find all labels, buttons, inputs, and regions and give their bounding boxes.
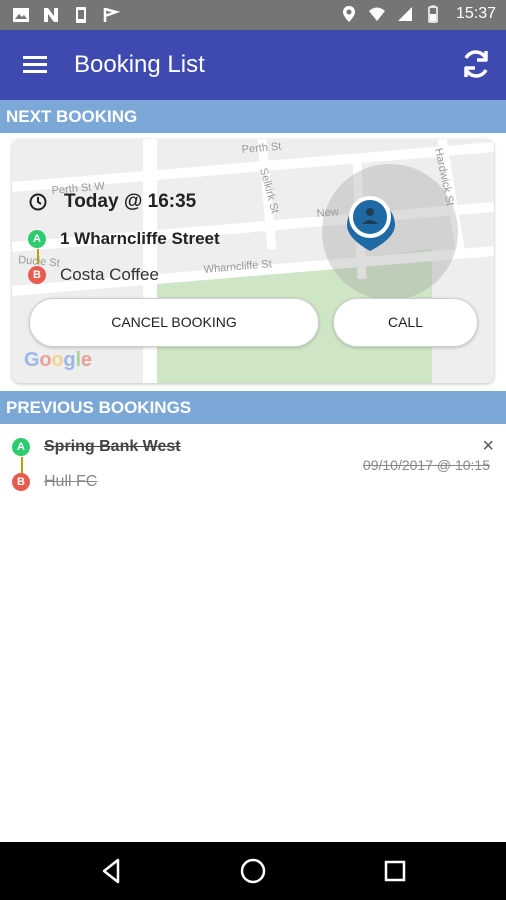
pickup-address: 1 Wharncliffe Street	[60, 229, 220, 248]
home-icon[interactable]	[237, 855, 269, 887]
next-booking-header: NEXT BOOKING	[0, 100, 506, 133]
previous-bookings-header: PREVIOUS BOOKINGS	[0, 391, 506, 424]
previous-pickup-badge: A	[12, 438, 30, 456]
navigation-bar	[0, 842, 506, 900]
status-time: 15:37	[455, 5, 496, 22]
flag-icon	[103, 7, 120, 22]
dropoff-address: Costa Coffee	[60, 265, 159, 284]
route-line	[37, 249, 39, 264]
location-icon	[342, 6, 355, 22]
refresh-icon[interactable]	[458, 46, 494, 82]
next-booking-card[interactable]: Perth St Perth St W Selkirk St Hardwick …	[12, 139, 494, 383]
dropoff-badge: B	[28, 266, 46, 284]
pickup-stop: A 1 Wharncliffe Street	[28, 229, 220, 249]
page-title: Booking List	[74, 51, 205, 78]
battery-icon	[428, 5, 438, 23]
previous-dropoff-badge: B	[12, 473, 30, 491]
menu-icon[interactable]	[20, 50, 50, 80]
call-button[interactable]: CALL	[333, 298, 478, 347]
booking-time: Today @ 16:35	[64, 191, 197, 212]
cancel-booking-button[interactable]: CANCEL BOOKING	[29, 298, 319, 347]
previous-dropoff-address: Hull FC	[44, 473, 98, 490]
app-bar: Booking List	[0, 30, 506, 100]
signal-icon	[397, 7, 412, 21]
previous-pickup-address: Spring Bank West	[44, 438, 181, 455]
wifi-icon	[368, 7, 385, 21]
n-icon	[44, 8, 58, 22]
recents-icon[interactable]	[379, 855, 411, 887]
back-icon[interactable]	[96, 855, 128, 887]
pickup-badge: A	[28, 230, 46, 248]
google-logo: Google	[24, 349, 92, 371]
previous-dropoff: B Hull FC	[12, 473, 97, 491]
dropoff-stop: B Costa Coffee	[28, 265, 159, 285]
booking-time-row: Today @ 16:35	[28, 191, 196, 213]
previous-booking-item[interactable]: A Spring Bank West B Hull FC × 09/10/201…	[0, 425, 506, 500]
clock-icon	[29, 193, 47, 211]
previous-booking-datetime: 09/10/2017 @ 10:15	[362, 457, 490, 473]
close-icon[interactable]: ×	[482, 435, 494, 458]
previous-pickup: A Spring Bank West	[12, 438, 181, 456]
status-bar: 15:37	[0, 0, 506, 30]
image-icon	[13, 8, 29, 22]
battery-saver-icon	[76, 7, 86, 23]
